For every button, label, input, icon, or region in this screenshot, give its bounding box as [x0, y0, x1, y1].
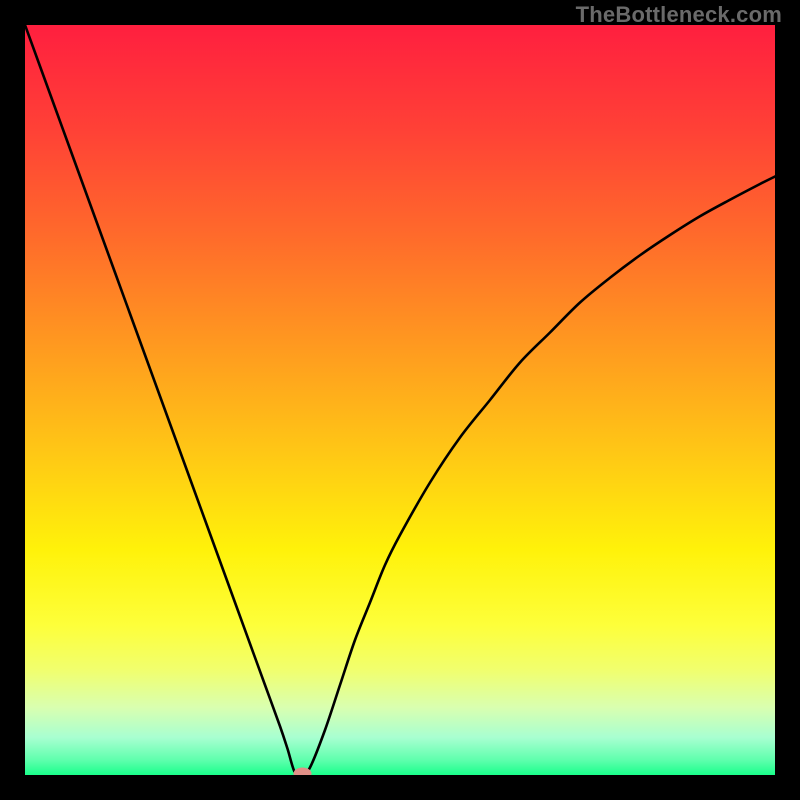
bottleneck-chart: [25, 25, 775, 775]
chart-frame: TheBottleneck.com: [0, 0, 800, 800]
chart-background: [25, 25, 775, 775]
